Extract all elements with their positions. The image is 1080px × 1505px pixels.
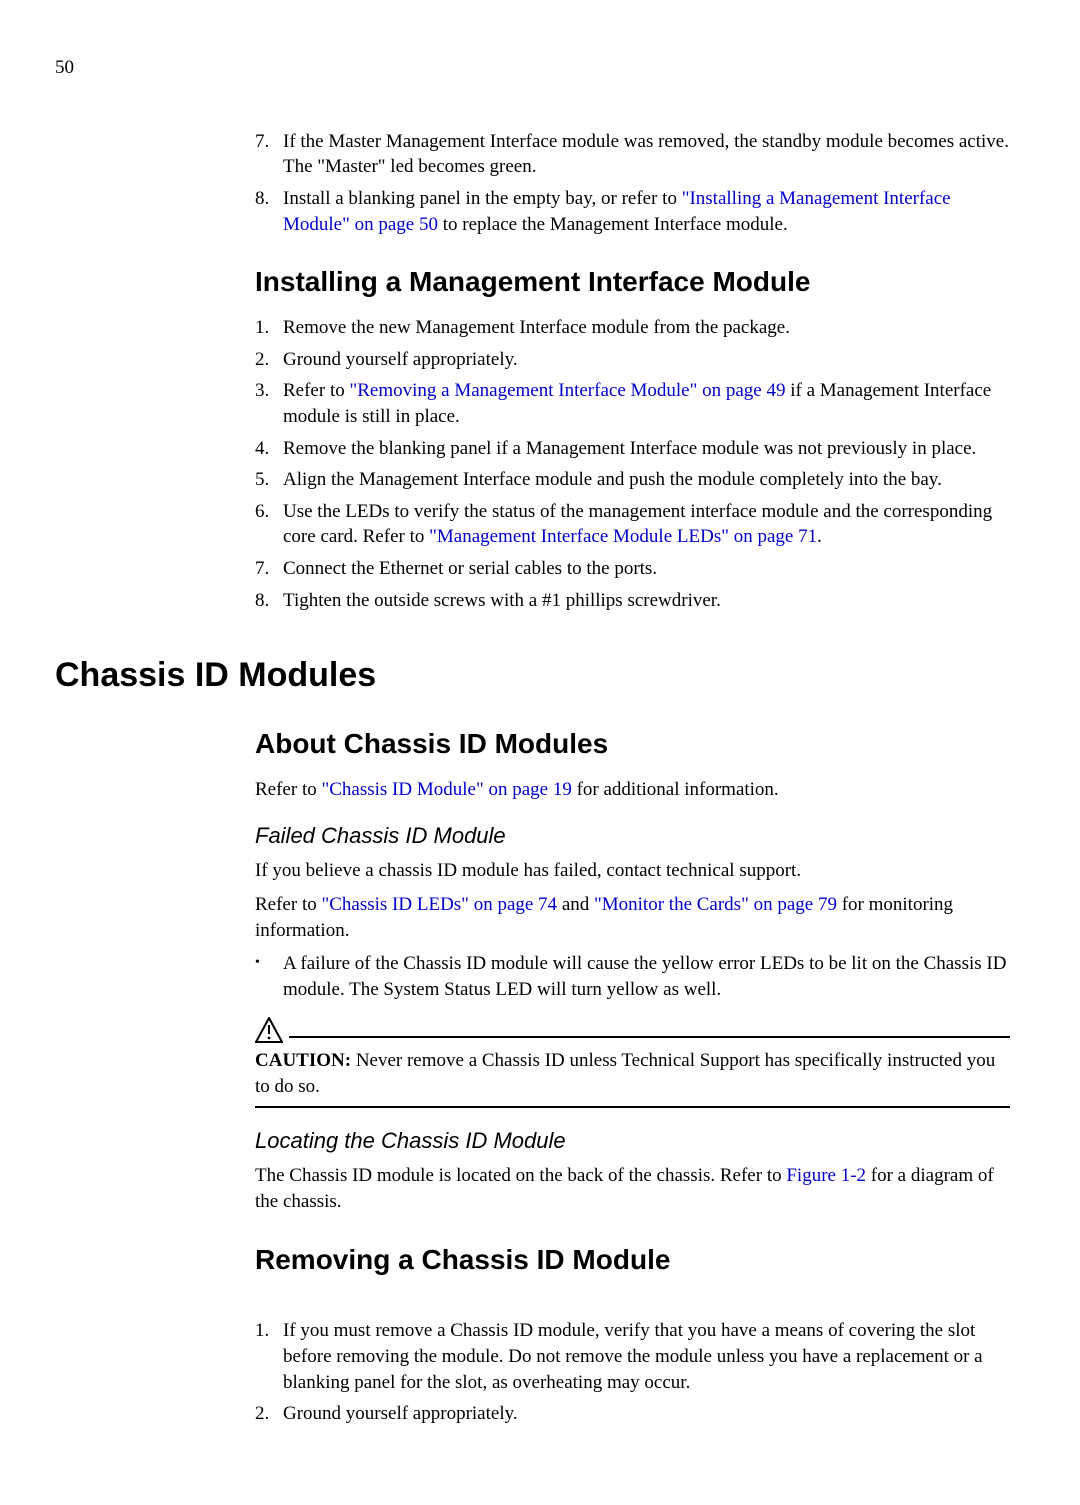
text-mid: and bbox=[557, 894, 594, 915]
removing-ordered-list: 1. If you must remove a Chassis ID modul… bbox=[255, 1318, 1010, 1427]
cross-reference-link[interactable]: "Management Interface Module LEDs" on pa… bbox=[429, 526, 817, 547]
list-item-text: If you must remove a Chassis ID module, … bbox=[283, 1318, 1010, 1395]
warning-icon bbox=[255, 1017, 283, 1051]
list-item: 5. Align the Management Interface module… bbox=[255, 467, 1010, 493]
list-item: 8. Tighten the outside screws with a #1 … bbox=[255, 588, 1010, 614]
caution-label: CAUTION: bbox=[255, 1050, 351, 1071]
list-marker: 3. bbox=[255, 378, 283, 404]
list-item: 6. Use the LEDs to verify the status of … bbox=[255, 499, 1010, 550]
failed-bullet-list: • A failure of the Chassis ID module wil… bbox=[255, 951, 1010, 1002]
list-item-text: A failure of the Chassis ID module will … bbox=[283, 951, 1010, 1002]
caution-rule-bottom bbox=[255, 1106, 1010, 1108]
text-prefix: Refer to bbox=[255, 779, 321, 800]
list-item-text: Connect the Ethernet or serial cables to… bbox=[283, 556, 1010, 582]
list-item: 7. Connect the Ethernet or serial cables… bbox=[255, 556, 1010, 582]
text-suffix: . bbox=[817, 526, 822, 547]
caution-block: CAUTION: Never remove a Chassis ID unles… bbox=[255, 1017, 1010, 1108]
major-heading-wrap: Chassis ID Modules bbox=[55, 653, 1010, 699]
list-item-text: Ground yourself appropriately. bbox=[283, 1401, 1010, 1427]
list-marker: 2. bbox=[255, 347, 283, 373]
list-marker: 8. bbox=[255, 186, 283, 212]
heading-about-chassis-id: About Chassis ID Modules bbox=[255, 725, 1010, 763]
heading-failed-chassis-id: Failed Chassis ID Module bbox=[255, 821, 1010, 851]
heading-installing-module: Installing a Management Interface Module bbox=[255, 263, 1010, 301]
list-marker: 2. bbox=[255, 1401, 283, 1427]
list-marker: 5. bbox=[255, 467, 283, 493]
list-item: 3. Refer to "Removing a Management Inter… bbox=[255, 378, 1010, 429]
list-item-text: Remove the new Management Interface modu… bbox=[283, 315, 1010, 341]
caution-text: CAUTION: Never remove a Chassis ID unles… bbox=[255, 1048, 1010, 1099]
cross-reference-link[interactable]: "Chassis ID LEDs" on page 74 bbox=[321, 894, 557, 915]
list-marker: 7. bbox=[255, 556, 283, 582]
caution-rule-top bbox=[289, 1036, 1010, 1038]
heading-locating-chassis-id: Locating the Chassis ID Module bbox=[255, 1126, 1010, 1156]
list-item: 1. If you must remove a Chassis ID modul… bbox=[255, 1318, 1010, 1395]
text-prefix: Refer to bbox=[283, 380, 349, 401]
text-prefix: Install a blanking panel in the empty ba… bbox=[283, 188, 682, 209]
list-item-text: Remove the blanking panel if a Managemen… bbox=[283, 436, 1010, 462]
list-item-text: Align the Management Interface module an… bbox=[283, 467, 1010, 493]
list-marker: 1. bbox=[255, 315, 283, 341]
failed-paragraph-2: Refer to "Chassis ID LEDs" on page 74 an… bbox=[255, 892, 1010, 943]
list-item-text: Install a blanking panel in the empty ba… bbox=[283, 186, 1010, 237]
page: 50 7. If the Master Management Interface… bbox=[0, 0, 1080, 1505]
caution-body: Never remove a Chassis ID unless Technic… bbox=[255, 1050, 995, 1097]
bullet-marker: • bbox=[255, 951, 283, 973]
page-content: 7. If the Master Management Interface mo… bbox=[55, 129, 1010, 1427]
text-prefix: The Chassis ID module is located on the … bbox=[255, 1165, 786, 1186]
list-marker: 6. bbox=[255, 499, 283, 525]
list-item: 1. Remove the new Management Interface m… bbox=[255, 315, 1010, 341]
cross-reference-link[interactable]: "Chassis ID Module" on page 19 bbox=[321, 779, 571, 800]
list-item: 2. Ground yourself appropriately. bbox=[255, 347, 1010, 373]
list-item: 4. Remove the blanking panel if a Manage… bbox=[255, 436, 1010, 462]
cross-reference-link[interactable]: Figure 1-2 bbox=[786, 1165, 866, 1186]
list-item-text: Refer to "Removing a Management Interfac… bbox=[283, 378, 1010, 429]
page-number: 50 bbox=[55, 55, 1010, 81]
list-marker: 8. bbox=[255, 588, 283, 614]
heading-removing-chassis-id: Removing a Chassis ID Module bbox=[255, 1241, 1010, 1279]
text-suffix: for additional information. bbox=[572, 779, 779, 800]
failed-paragraph-1: If you believe a chassis ID module has f… bbox=[255, 858, 1010, 884]
list-marker: 7. bbox=[255, 129, 283, 155]
list-item-text: Use the LEDs to verify the status of the… bbox=[283, 499, 1010, 550]
list-item-text: Ground yourself appropriately. bbox=[283, 347, 1010, 373]
install-ordered-list: 1. Remove the new Management Interface m… bbox=[255, 315, 1010, 613]
text-prefix: Refer to bbox=[255, 894, 321, 915]
list-item-text: If the Master Management Interface modul… bbox=[283, 129, 1010, 180]
list-item-text: Tighten the outside screws with a #1 phi… bbox=[283, 588, 1010, 614]
heading-chassis-id-modules: Chassis ID Modules bbox=[55, 653, 1010, 699]
list-item: • A failure of the Chassis ID module wil… bbox=[255, 951, 1010, 1002]
list-item: 8. Install a blanking panel in the empty… bbox=[255, 186, 1010, 237]
locating-paragraph: The Chassis ID module is located on the … bbox=[255, 1163, 1010, 1214]
list-marker: 4. bbox=[255, 436, 283, 462]
text-suffix: to replace the Management Interface modu… bbox=[438, 214, 788, 235]
top-ordered-list: 7. If the Master Management Interface mo… bbox=[255, 129, 1010, 238]
about-paragraph: Refer to "Chassis ID Module" on page 19 … bbox=[255, 777, 1010, 803]
list-item: 7. If the Master Management Interface mo… bbox=[255, 129, 1010, 180]
list-marker: 1. bbox=[255, 1318, 283, 1344]
cross-reference-link[interactable]: "Monitor the Cards" on page 79 bbox=[594, 894, 837, 915]
list-item: 2. Ground yourself appropriately. bbox=[255, 1401, 1010, 1427]
cross-reference-link[interactable]: "Removing a Management Interface Module"… bbox=[349, 380, 785, 401]
